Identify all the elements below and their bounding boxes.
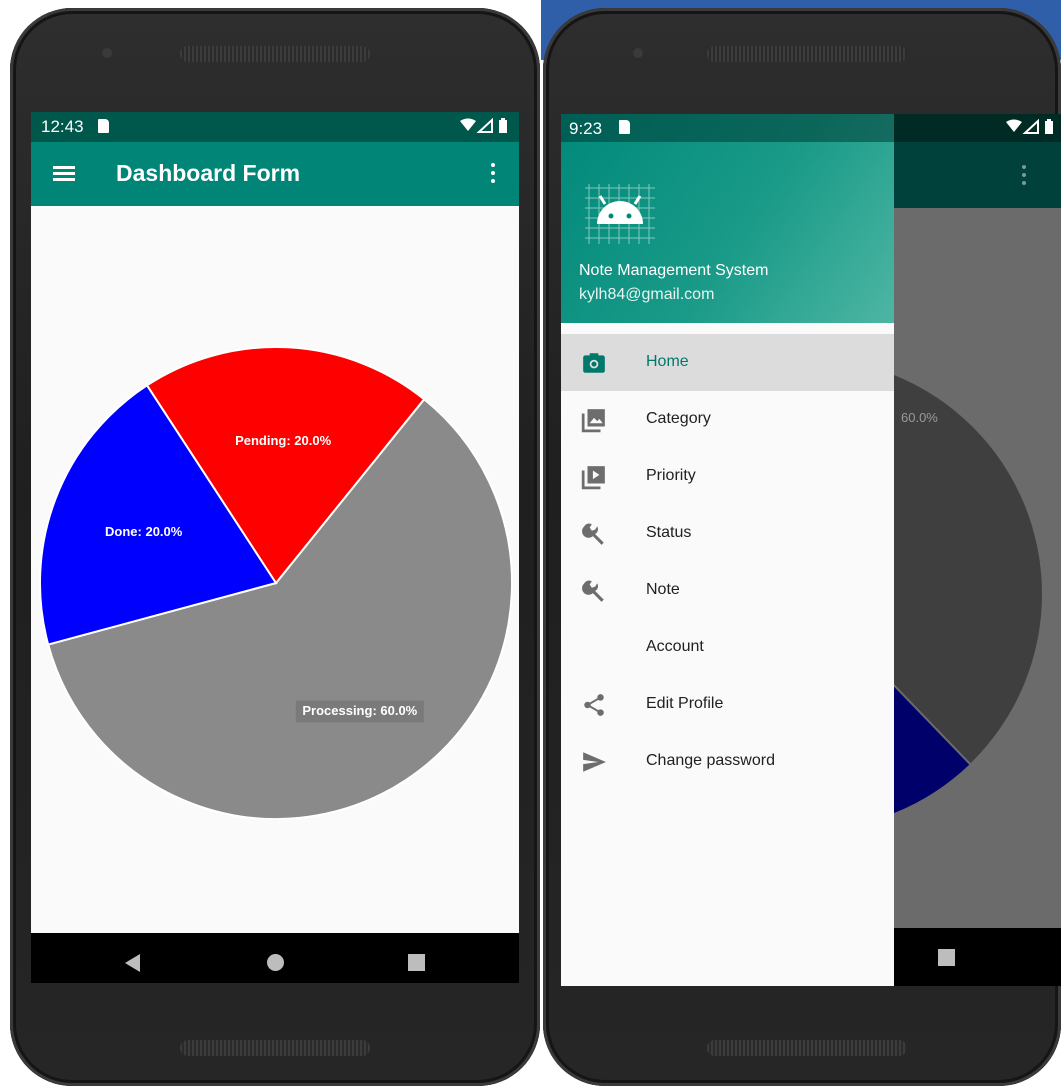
navigation-drawer: 9:23 Note Management System kylh84@gmail…	[561, 114, 894, 986]
drawer-item-category[interactable]: Category	[561, 391, 894, 448]
recent-apps-icon[interactable]	[408, 954, 425, 971]
front-camera	[102, 48, 112, 58]
drawer-item-label: Change password	[646, 752, 775, 769]
slice-label-dim: 60.0%	[901, 410, 938, 425]
sd-card-icon	[619, 120, 630, 134]
wifi-signal-battery-icon	[1006, 119, 1053, 134]
wifi-signal-battery-icon	[460, 118, 507, 133]
status-icons	[1005, 119, 1055, 135]
screen-right: 60.0% 9:23 Note Management System kylh84…	[561, 114, 1061, 986]
status-time: 9:23	[569, 119, 603, 138]
drawer-item-home[interactable]: Home	[561, 334, 894, 391]
phone-frame-right: 60.0% 9:23 Note Management System kylh84…	[543, 8, 1061, 1086]
slice-label-processing: Processing: 60.0%	[302, 703, 417, 718]
camera-icon	[583, 353, 605, 373]
app-bar: Dashboard Form	[31, 142, 519, 206]
top-speaker	[180, 46, 370, 62]
front-camera	[633, 48, 643, 58]
send-icon	[583, 752, 606, 772]
status-icons	[459, 118, 509, 134]
drawer-email: kylh84@gmail.com	[579, 286, 715, 303]
drawer-item-priority[interactable]: Priority	[561, 448, 894, 505]
overflow-menu-icon[interactable]	[490, 162, 496, 186]
drawer-item-note[interactable]: Note	[561, 562, 894, 619]
drawer-section-account: Account	[561, 619, 894, 676]
slideshow-icon	[581, 466, 605, 490]
drawer-header: 9:23 Note Management System kylh84@gmail…	[561, 114, 894, 323]
drawer-item-label: Category	[646, 410, 711, 427]
drawer-title: Note Management System	[579, 262, 769, 279]
drawer-item-label: Note	[646, 581, 680, 598]
drawer-item-label: Edit Profile	[646, 695, 724, 712]
android-logo-icon	[585, 184, 655, 244]
slice-label-pending: Pending: 20.0%	[235, 433, 332, 448]
drawer-item-change-password[interactable]: Change password	[561, 733, 894, 790]
share-icon	[584, 694, 604, 716]
back-nav-icon[interactable]	[125, 954, 140, 972]
hamburger-menu-icon[interactable]	[53, 166, 75, 182]
page-title: Dashboard Form	[116, 160, 301, 186]
top-speaker	[707, 46, 907, 62]
recent-apps-icon[interactable]	[938, 949, 955, 966]
overflow-menu-icon[interactable]	[1021, 164, 1027, 188]
phone-frame-left: 12:43 Dashboard Form Processing: 60.0% Do…	[10, 8, 540, 1086]
status-bar: 12:43	[31, 112, 519, 142]
bottom-speaker	[180, 1040, 370, 1056]
drawer-item-label: Priority	[646, 467, 696, 484]
bottom-speaker	[707, 1040, 907, 1056]
gallery-icon	[581, 409, 605, 433]
drawer-section-label: Account	[646, 638, 704, 655]
drawer-item-label: Home	[646, 353, 689, 370]
sd-card-icon	[98, 119, 109, 133]
pie-chart: Processing: 60.0% Done: 20.0% Pending: 20.…	[39, 346, 513, 820]
navigation-bar	[31, 933, 519, 983]
screen-left: 12:43 Dashboard Form Processing: 60.0% Do…	[31, 112, 519, 983]
home-nav-icon[interactable]	[267, 954, 284, 971]
wrench-icon	[582, 580, 604, 602]
drawer-item-label: Status	[646, 524, 692, 541]
status-time: 12:43	[41, 117, 84, 136]
drawer-status-bar: 9:23	[561, 114, 894, 142]
wrench-icon	[582, 523, 604, 545]
drawer-item-edit-profile[interactable]: Edit Profile	[561, 676, 894, 733]
drawer-item-status[interactable]: Status	[561, 505, 894, 562]
slice-label-done: Done: 20.0%	[105, 524, 183, 539]
